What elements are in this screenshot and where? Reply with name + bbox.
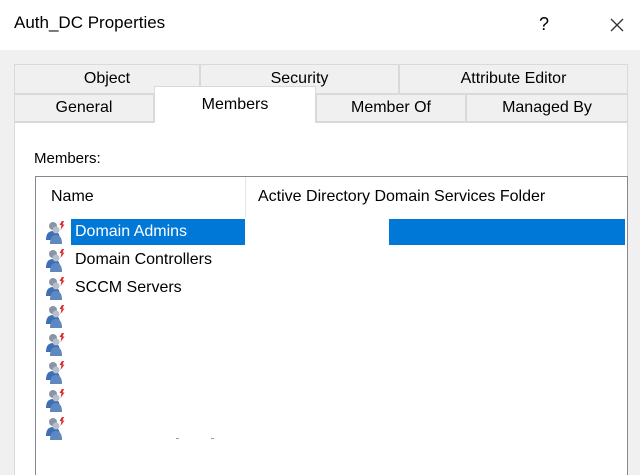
list-item[interactable]: [36, 302, 627, 330]
group-icon: [45, 304, 67, 328]
list-item[interactable]: Domain Controllers: [36, 246, 627, 274]
tab-members[interactable]: Members: [154, 86, 316, 123]
member-name: [71, 386, 75, 414]
member-name: SCCM Servers: [75, 279, 182, 296]
members-label: Members:: [34, 150, 101, 167]
list-item[interactable]: Domain Admins: [36, 218, 627, 246]
member-name: Domain Admins: [75, 223, 188, 240]
list-item[interactable]: [36, 358, 627, 386]
list-item[interactable]: SCCM Servers: [36, 274, 627, 302]
tab-managed-by[interactable]: Managed By: [466, 94, 628, 122]
group-icon: [45, 416, 67, 440]
members-list[interactable]: Name Active Directory Domain Services Fo…: [35, 176, 628, 475]
title-bar: Auth_DC Properties ?: [0, 0, 640, 50]
member-name: [71, 330, 75, 358]
close-icon: [610, 18, 624, 32]
tab-strip: Object Security Attribute Editor General…: [14, 64, 628, 123]
column-divider[interactable]: [245, 177, 246, 217]
group-icon: [45, 276, 67, 300]
group-icon: [45, 248, 67, 272]
tab-general[interactable]: General: [14, 94, 154, 122]
list-item[interactable]: [36, 386, 627, 414]
member-name: [71, 414, 75, 442]
window-title: Auth_DC Properties: [14, 13, 166, 32]
focus-dot: [211, 438, 214, 439]
group-icon: [45, 388, 67, 412]
column-header-folder[interactable]: Active Directory Domain Services Folder: [258, 177, 545, 217]
member-name: [71, 358, 75, 386]
group-icon: [45, 220, 67, 244]
group-icon: [45, 360, 67, 384]
list-item[interactable]: [36, 330, 627, 358]
tab-attribute-editor[interactable]: Attribute Editor: [399, 64, 628, 94]
group-icon: [45, 332, 67, 356]
list-item[interactable]: [36, 414, 627, 442]
help-button[interactable]: ?: [528, 8, 560, 40]
column-header-name[interactable]: Name: [51, 177, 94, 217]
member-name: Domain Controllers: [75, 251, 212, 268]
focus-dot: [176, 438, 179, 439]
close-button[interactable]: [597, 8, 637, 42]
member-name: [71, 302, 75, 330]
list-header: Name Active Directory Domain Services Fo…: [36, 177, 627, 217]
selection-highlight: [389, 219, 625, 245]
tab-member-of[interactable]: Member Of: [316, 94, 466, 122]
